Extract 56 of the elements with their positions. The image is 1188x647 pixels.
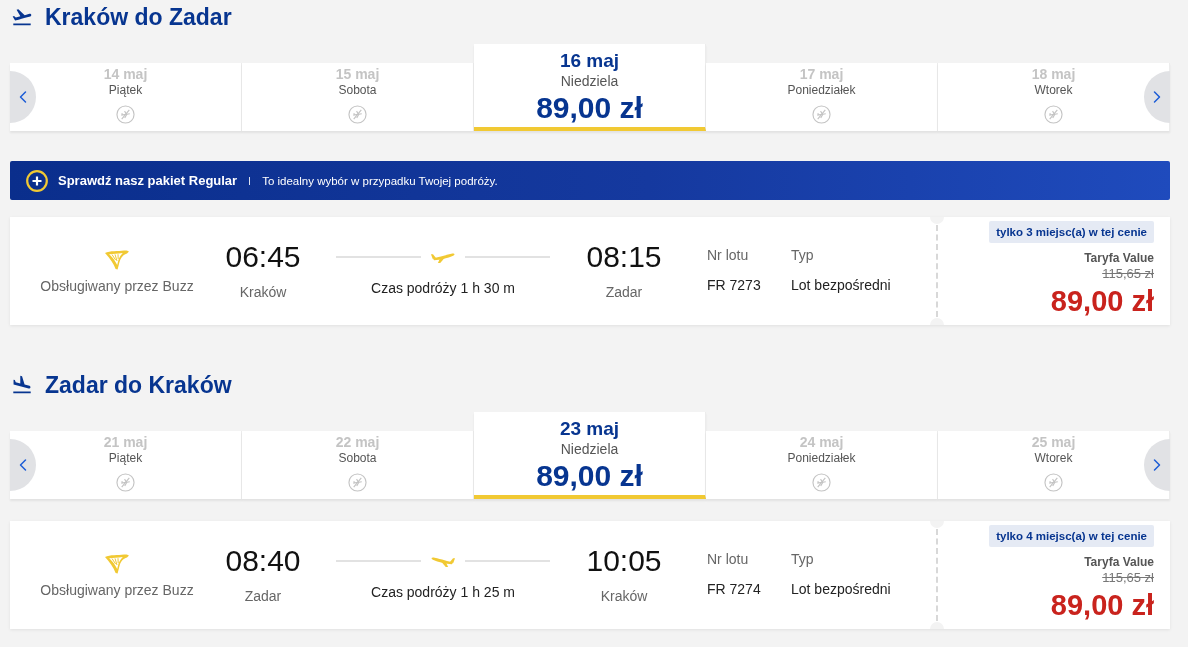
harp-logo-icon — [104, 554, 130, 574]
no-flights-icon — [116, 473, 135, 492]
plane-landing-icon — [11, 374, 33, 396]
date-tab[interactable]: 14 maj Piątek — [10, 63, 242, 131]
departure-time: 06:45 — [225, 240, 301, 274]
fare-price: 89,00 zł — [1050, 590, 1154, 620]
arrival-city: Zadar — [605, 283, 643, 301]
plus-circle-icon — [26, 169, 48, 192]
promo-title: Sprawdź nasz pakiet Regular — [58, 173, 238, 188]
flight-type: Lot bezpośredni — [791, 276, 891, 294]
no-flights-icon — [116, 105, 135, 124]
flight-type-label: Typ — [791, 550, 814, 568]
section-title: Zadar do Kraków — [45, 371, 232, 399]
arrival-city: Kraków — [600, 587, 648, 605]
flight-number-label: Nr lotu — [707, 550, 749, 568]
fare-name: Taryfa Value — [1084, 555, 1154, 569]
promo-text: To idealny wybór w przypadku Twojej podróży. — [262, 174, 498, 187]
date-tab[interactable]: 23 maj Niedziela 89,00 zł — [474, 412, 706, 499]
operator-text: Obsługiwany przez Buzz — [40, 277, 194, 295]
harp-logo-icon — [104, 250, 130, 270]
arrival-time: 08:15 — [586, 240, 662, 274]
date-tab[interactable]: 21 maj Piątek — [10, 431, 242, 499]
no-flights-icon — [812, 473, 831, 492]
date-tab[interactable]: 18 maj Wtorek — [938, 63, 1170, 131]
date-tab[interactable]: 17 maj Poniedziałek — [706, 63, 938, 131]
seats-left-badge: tylko 3 miejsc(a) w tej cenie — [989, 221, 1154, 243]
flight-number-label: Nr lotu — [707, 246, 749, 264]
date-tab[interactable]: 24 maj Poniedziałek — [706, 431, 938, 499]
flight-type: Lot bezpośredni — [791, 580, 891, 598]
no-flights-icon — [1044, 105, 1063, 124]
date-tab[interactable]: 16 maj Niedziela 89,00 zł — [474, 44, 706, 131]
flight-type-label: Typ — [791, 246, 814, 264]
old-price: 115,65 zł — [1102, 267, 1154, 281]
old-price: 115,65 zł — [1102, 571, 1154, 585]
fare-price: 89,00 zł — [1050, 286, 1154, 316]
flight-number: FR 7273 — [707, 276, 761, 294]
date-tab[interactable]: 22 maj Sobota — [242, 431, 474, 499]
flight-duration: Czas podróży 1 h 30 m — [371, 279, 515, 297]
no-flights-icon — [348, 105, 367, 124]
fare-name: Taryfa Value — [1084, 251, 1154, 265]
seats-left-badge: tylko 4 miejsc(a) w tej cenie — [989, 525, 1154, 547]
promo-banner[interactable]: Sprawdź nasz pakiet Regular To idealny wybór w przypadku Twojej podróży. — [10, 161, 1170, 200]
departure-time: 08:40 — [225, 544, 301, 578]
departure-city: Kraków — [239, 283, 287, 301]
flight-number: FR 7274 — [707, 580, 761, 598]
arrival-time: 10:05 — [586, 544, 662, 578]
date-tab[interactable]: 25 maj Wtorek — [938, 431, 1170, 499]
departure-city: Zadar — [244, 587, 282, 605]
flight-duration: Czas podróży 1 h 25 m — [371, 583, 515, 601]
plane-takeoff-icon — [11, 6, 33, 28]
date-tab[interactable]: 15 maj Sobota — [242, 63, 474, 131]
operator-text: Obsługiwany przez Buzz — [40, 581, 194, 599]
section-title: Kraków do Zadar — [45, 3, 232, 31]
no-flights-icon — [1044, 473, 1063, 492]
no-flights-icon — [348, 473, 367, 492]
no-flights-icon — [812, 105, 831, 124]
